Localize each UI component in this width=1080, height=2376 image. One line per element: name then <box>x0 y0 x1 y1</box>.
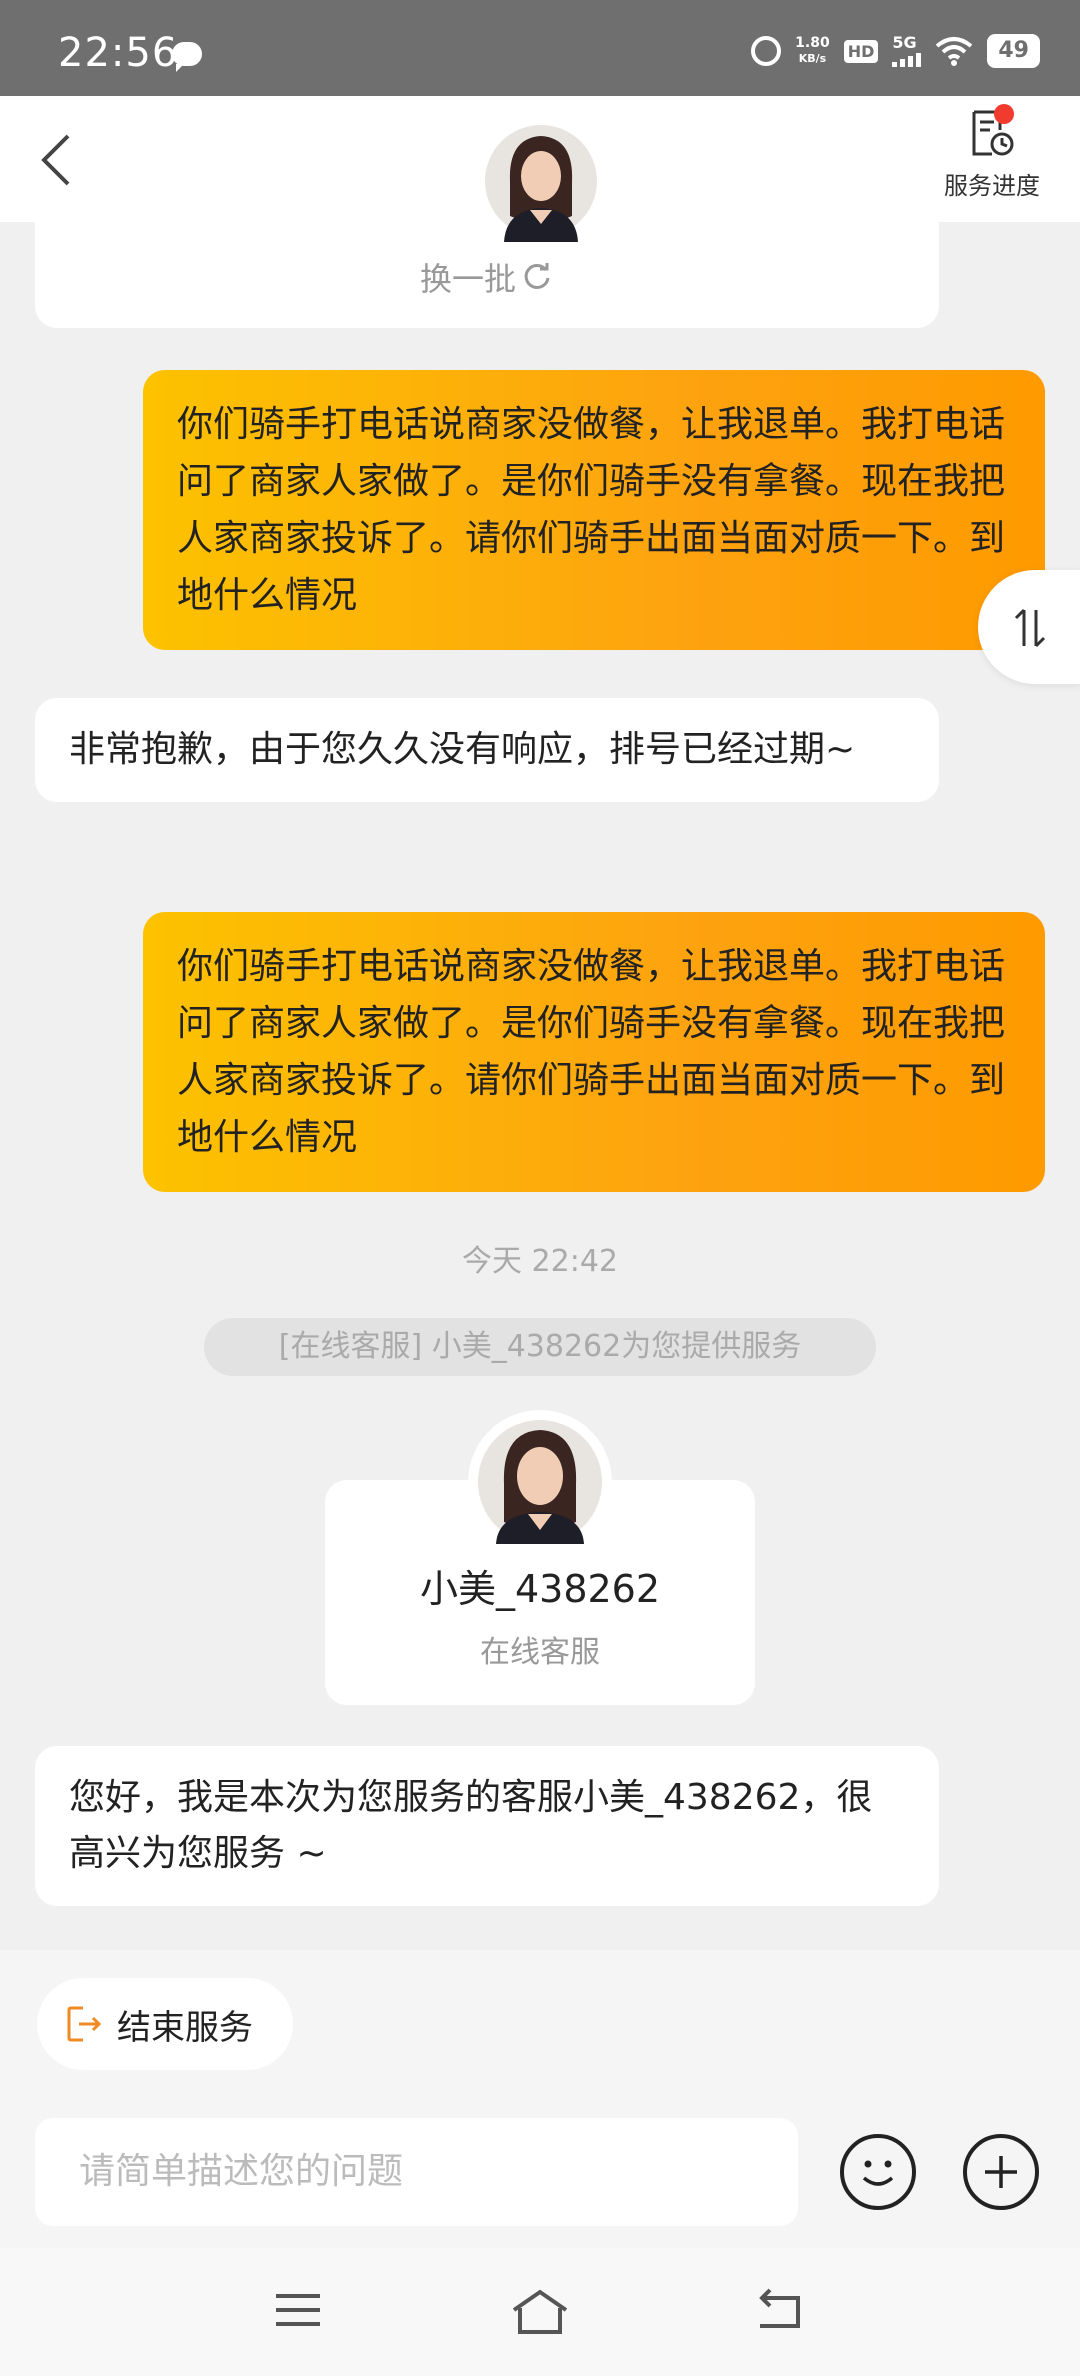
exit-icon <box>67 2006 102 2042</box>
scroll-toggle-button[interactable] <box>978 570 1080 684</box>
user-message[interactable]: 你们骑手打电话说商家没做餐，让我退单。我打电话问了商家人家做了。是你们骑手没有拿… <box>143 912 1045 1192</box>
status-time: 22:56 <box>58 30 179 76</box>
end-service-label: 结束服务 <box>117 2007 253 2048</box>
agent-role: 在线客服 <box>480 1635 600 1670</box>
service-progress-label: 服务进度 <box>944 172 1040 200</box>
user-message[interactable]: 你们骑手打电话说商家没做餐，让我退单。我打电话问了商家人家做了。是你们骑手没有拿… <box>143 370 1045 650</box>
message-timestamp: 今天 22:42 <box>462 1244 618 1279</box>
add-button[interactable] <box>963 2134 1039 2210</box>
emoji-button[interactable] <box>840 2134 916 2210</box>
menu-icon[interactable] <box>272 2288 324 2332</box>
home-icon[interactable] <box>510 2288 570 2336</box>
network-speed-value: 1.80 <box>795 35 830 51</box>
wifi-icon <box>936 37 973 66</box>
status-icons: 1.80 KB/s HD 5G 49 <box>751 34 1040 68</box>
back-nav-icon[interactable] <box>752 2288 804 2332</box>
network-speed: 1.80 KB/s <box>795 36 830 66</box>
emoji-icon <box>862 2160 894 2186</box>
message-input[interactable]: 请简单描述您的问题 <box>35 2118 798 2226</box>
alarm-icon <box>751 36 782 66</box>
network-speed-unit: KB/s <box>798 52 827 65</box>
agent-avatar[interactable] <box>468 1410 612 1554</box>
refresh-icon <box>524 263 550 289</box>
back-button[interactable] <box>36 132 80 188</box>
notification-dot <box>994 104 1014 124</box>
agent-avatar-header <box>480 120 602 242</box>
network-type: 5G <box>892 33 917 52</box>
end-service-button[interactable]: 结束服务 <box>37 1978 293 2070</box>
service-progress-icon <box>970 104 1014 158</box>
battery-indicator: 49 <box>987 34 1040 68</box>
sort-arrows-icon <box>1014 608 1046 648</box>
plus-icon <box>985 2156 1017 2188</box>
service-progress-button[interactable]: 服务进度 <box>922 104 1062 201</box>
agent-message[interactable]: 非常抱歉，由于您久久没有响应，排号已经过期~ <box>35 698 939 802</box>
agent-name: 小美_438262 <box>419 1567 661 1611</box>
signal-icon: 5G <box>892 33 922 67</box>
message-notification-icon <box>172 42 202 72</box>
system-notice: [在线客服] 小美_438262为您提供服务 <box>204 1318 876 1376</box>
agent-message[interactable]: 您好，我是本次为您服务的客服小美_438262，很高兴为您服务 ~ <box>35 1746 939 1906</box>
status-bar: 22:56 1.80 KB/s HD 5G 49 <box>0 0 1080 96</box>
refresh-batch-label: 换一批 <box>420 260 517 298</box>
refresh-batch-button[interactable]: 换一批 <box>420 254 552 300</box>
hd-icon: HD <box>843 39 879 63</box>
system-nav-bar <box>0 2248 1080 2376</box>
